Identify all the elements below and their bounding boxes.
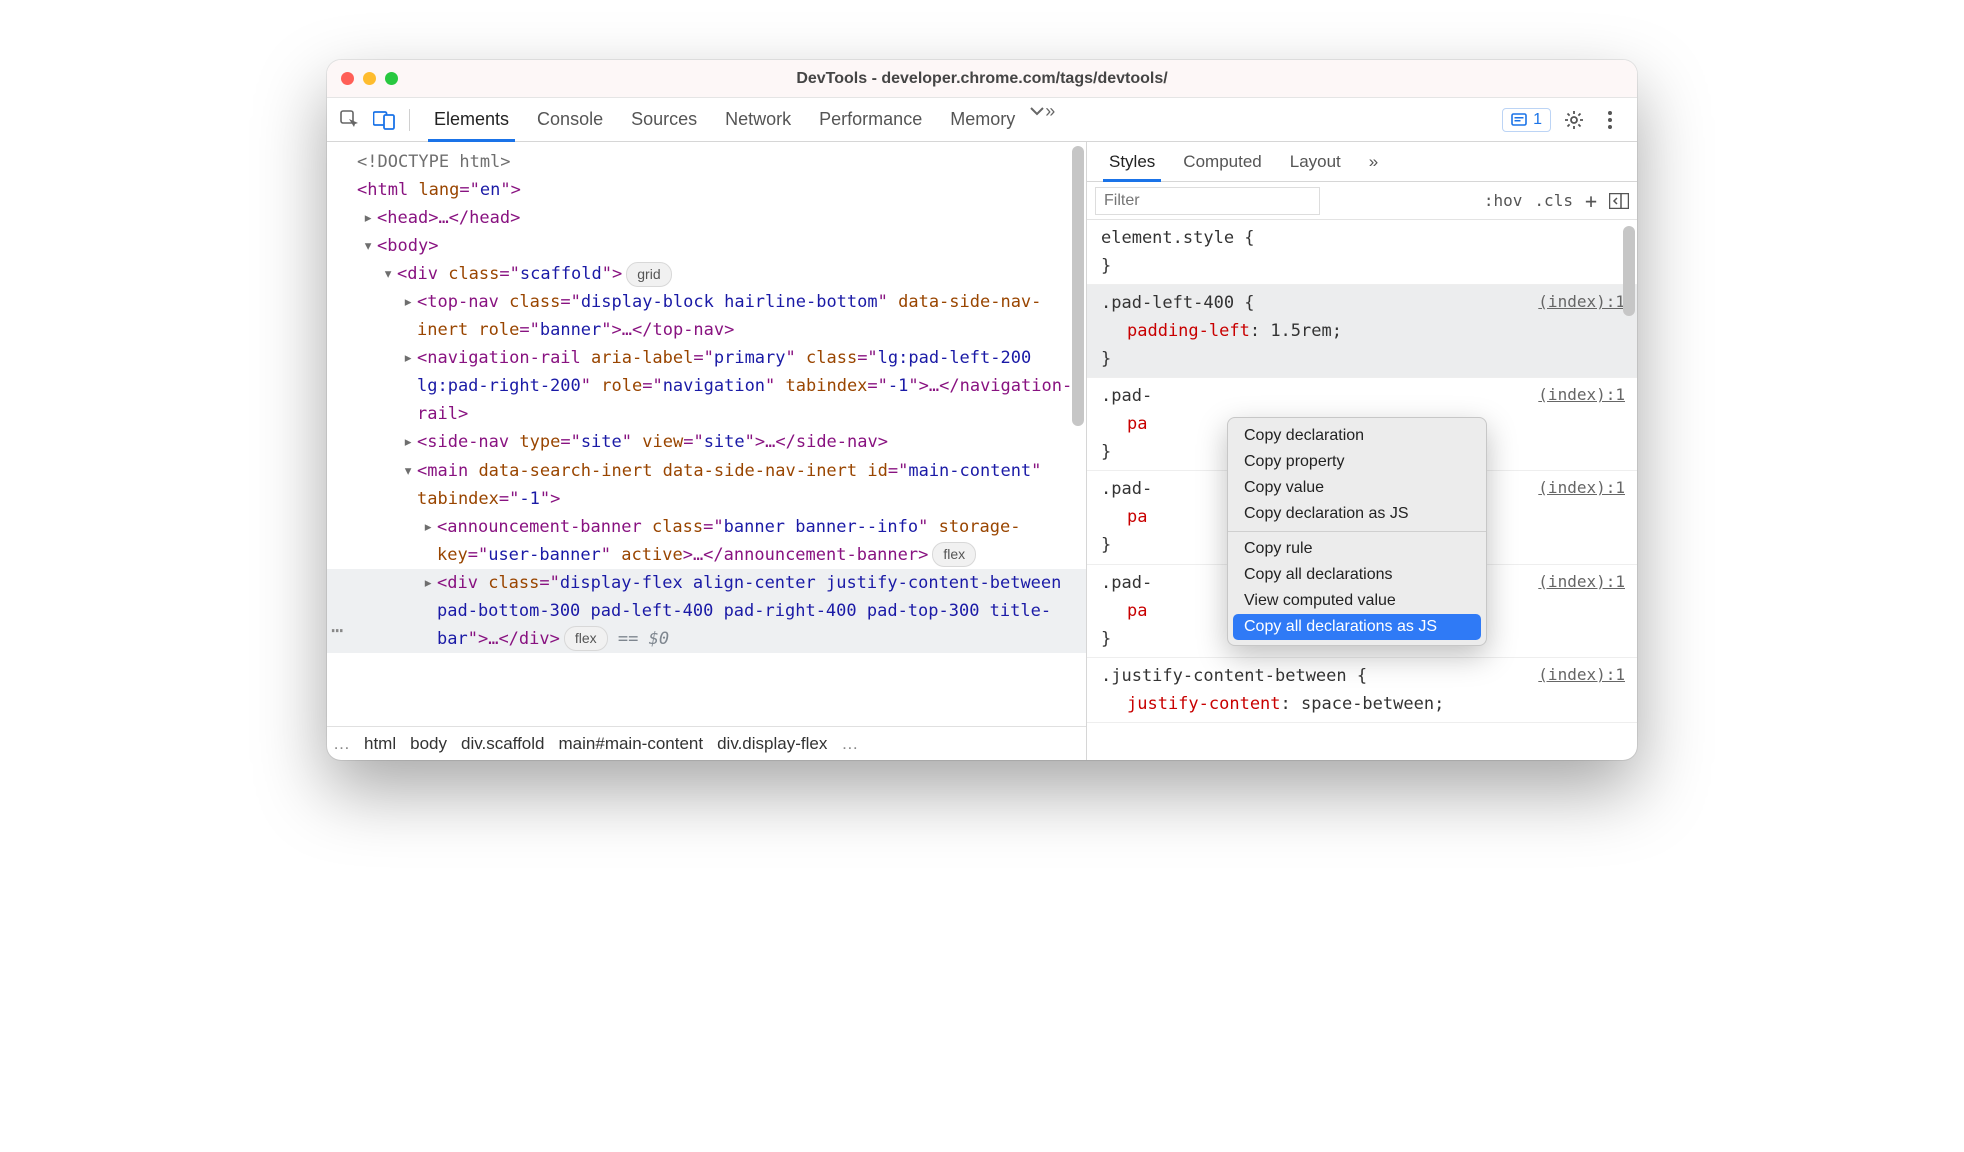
more-subtabs-icon[interactable]: »: [1355, 142, 1392, 181]
toggle-hov[interactable]: :hov: [1484, 191, 1523, 210]
breadcrumb-item[interactable]: body: [410, 734, 447, 754]
layout-badge-flex[interactable]: flex: [932, 542, 976, 567]
source-link[interactable]: (index):1: [1538, 475, 1625, 501]
settings-icon[interactable]: [1561, 107, 1587, 133]
breadcrumb-item[interactable]: div.scaffold: [461, 734, 545, 754]
ctx-copy-property[interactable]: Copy property: [1228, 449, 1486, 475]
style-rule-pad-left-400[interactable]: (index):1 .pad-left-400 { padding-left: …: [1087, 285, 1637, 378]
doctype: <!DOCTYPE html>: [357, 152, 511, 172]
dom-node-selected[interactable]: <div class="display-flex align-center ju…: [327, 569, 1086, 653]
device-toggle-icon[interactable]: [369, 105, 399, 135]
toolbar-right: 1: [1502, 107, 1629, 133]
tab-performance[interactable]: Performance: [805, 98, 936, 141]
dom-node-navigation-rail[interactable]: <navigation-rail aria-label="primary" cl…: [357, 344, 1086, 428]
window-title: DevTools - developer.chrome.com/tags/dev…: [327, 70, 1637, 88]
subtab-computed[interactable]: Computed: [1169, 142, 1275, 181]
dom-node-scaffold[interactable]: <div class="scaffold">grid: [357, 260, 1086, 288]
inspect-element-icon[interactable]: [335, 105, 365, 135]
tab-memory[interactable]: Memory: [936, 98, 1029, 141]
ctx-separator: [1228, 531, 1486, 532]
issues-button[interactable]: 1: [1502, 108, 1551, 132]
ctx-copy-declaration[interactable]: Copy declaration: [1228, 423, 1486, 449]
source-link[interactable]: (index):1: [1538, 569, 1625, 595]
row-actions-icon[interactable]: ⋯: [331, 614, 343, 647]
toggle-sidebar-icon[interactable]: [1609, 193, 1629, 209]
breadcrumb-item[interactable]: div.display-flex: [717, 734, 827, 754]
main-toolbar: Elements Console Sources Network Perform…: [327, 98, 1637, 142]
ctx-copy-all-declarations-as-js[interactable]: Copy all declarations as JS: [1233, 614, 1481, 640]
breadcrumb-overflow-left[interactable]: …: [333, 734, 350, 754]
ctx-view-computed-value[interactable]: View computed value: [1228, 588, 1486, 614]
scrollbar[interactable]: [1623, 226, 1635, 316]
style-rule-justify-content[interactable]: (index):1 .justify-content-between { jus…: [1087, 658, 1637, 723]
ctx-copy-value[interactable]: Copy value: [1228, 475, 1486, 501]
filter-input[interactable]: [1095, 187, 1320, 215]
source-link[interactable]: (index):1: [1538, 382, 1625, 408]
layout-badge-grid[interactable]: grid: [626, 262, 671, 287]
ctx-copy-declaration-as-js[interactable]: Copy declaration as JS: [1228, 501, 1486, 527]
breadcrumb-item[interactable]: main#main-content: [559, 734, 704, 754]
dom-node-top-nav[interactable]: <top-nav class="display-block hairline-b…: [357, 288, 1086, 344]
dom-tree[interactable]: ⋯ <!DOCTYPE html> <html lang="en"> <head…: [327, 142, 1086, 726]
dom-node-main[interactable]: <main data-search-inert data-side-nav-in…: [357, 457, 1086, 513]
issues-count: 1: [1533, 111, 1542, 129]
ctx-copy-rule[interactable]: Copy rule: [1228, 536, 1486, 562]
toggle-cls[interactable]: .cls: [1534, 191, 1573, 210]
dom-node-announcement-banner[interactable]: <announcement-banner class="banner banne…: [357, 513, 1086, 569]
panel-tabs: Elements Console Sources Network Perform…: [420, 98, 1055, 141]
scrollbar[interactable]: [1072, 146, 1084, 426]
subtab-styles[interactable]: Styles: [1095, 142, 1169, 181]
source-link[interactable]: (index):1: [1538, 662, 1625, 688]
dom-node-side-nav[interactable]: <side-nav type="site" view="site">…</sid…: [357, 428, 1086, 456]
toolbar-separator: [409, 109, 410, 131]
dom-node-head[interactable]: <head>…</head>: [357, 204, 1086, 232]
elements-panel: ⋯ <!DOCTYPE html> <html lang="en"> <head…: [327, 142, 1087, 760]
styles-filter-row: :hov .cls +: [1087, 182, 1637, 220]
source-link[interactable]: (index):1: [1538, 289, 1625, 315]
context-menu: Copy declaration Copy property Copy valu…: [1227, 417, 1487, 646]
dom-node-body[interactable]: <body>: [357, 232, 1086, 260]
styles-subtabs: Styles Computed Layout »: [1087, 142, 1637, 182]
subtab-layout[interactable]: Layout: [1276, 142, 1355, 181]
more-tabs-icon[interactable]: »: [1029, 98, 1055, 124]
title-bar: DevTools - developer.chrome.com/tags/dev…: [327, 60, 1637, 98]
breadcrumb-item[interactable]: html: [364, 734, 396, 754]
breadcrumb: … html body div.scaffold main#main-conte…: [327, 726, 1086, 760]
tab-elements[interactable]: Elements: [420, 98, 523, 141]
console-reference: == $0: [608, 629, 669, 649]
more-menu-icon[interactable]: [1597, 107, 1623, 133]
layout-badge-flex[interactable]: flex: [564, 626, 608, 651]
devtools-window: DevTools - developer.chrome.com/tags/dev…: [327, 60, 1637, 760]
breadcrumb-overflow-right[interactable]: …: [841, 734, 858, 754]
tab-network[interactable]: Network: [711, 98, 805, 141]
style-rule-element[interactable]: element.style { }: [1087, 220, 1637, 285]
tab-console[interactable]: Console: [523, 98, 617, 141]
new-style-rule-icon[interactable]: +: [1585, 189, 1597, 213]
tab-sources[interactable]: Sources: [617, 98, 711, 141]
ctx-copy-all-declarations[interactable]: Copy all declarations: [1228, 562, 1486, 588]
